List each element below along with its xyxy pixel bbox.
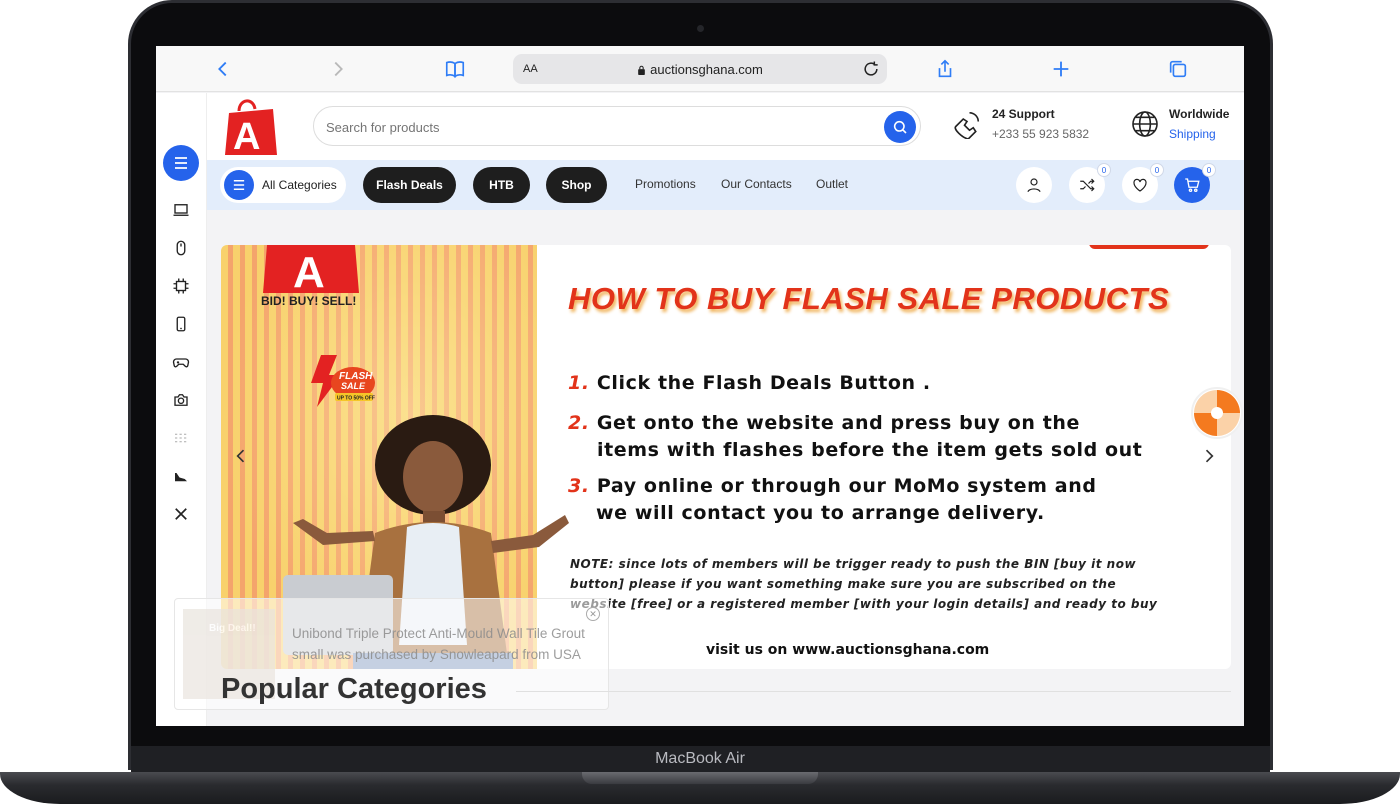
laptop-frame: A A auctionsghana.com A Search for produc… [0, 0, 1400, 804]
worldwide-title: Worldwide [1169, 107, 1230, 121]
new-tab-icon[interactable] [1048, 56, 1074, 82]
menu-icon [175, 157, 187, 169]
site-logo[interactable]: A [219, 95, 283, 159]
share-icon[interactable] [932, 56, 958, 82]
support-title: 24 Support [992, 107, 1055, 121]
nav-promotions[interactable]: Promotions [635, 177, 696, 191]
step-text: Pay online or through our MoMo system an… [596, 475, 1097, 497]
url-value: auctionsghana.com [650, 61, 763, 77]
mouse-icon[interactable] [172, 239, 190, 257]
tools-icon[interactable] [172, 505, 190, 523]
banner-step-1: 1. Click the Flash Deals Button . [568, 372, 931, 394]
site-header: A 24 Support +233 55 923 5832 Worldwide … [207, 93, 1244, 161]
chip-icon[interactable] [172, 277, 190, 295]
banner-step-3: 3. Pay online or through our MoMo system… [568, 475, 1097, 497]
flash-deals-button[interactable]: Flash Deals [363, 167, 456, 203]
banner-visit: visit us on www.auctionsghana.com [706, 642, 990, 658]
wishlist-count: 0 [1150, 163, 1164, 177]
back-icon[interactable] [210, 56, 236, 82]
search-input[interactable] [326, 117, 866, 137]
nav-outlet[interactable]: Outlet [816, 177, 848, 191]
menu-icon [224, 170, 254, 200]
shuffle-icon [1080, 178, 1095, 192]
url-text: auctionsghana.com [513, 62, 887, 77]
rail-menu-button[interactable] [163, 145, 199, 181]
bookmarks-icon[interactable] [442, 56, 468, 82]
banner-tagline: BID! BUY! SELL! [261, 294, 357, 308]
step-text: Get onto the website and press buy on th… [596, 412, 1080, 434]
compare-count: 0 [1097, 163, 1111, 177]
section-divider [516, 691, 1231, 692]
htb-button[interactable]: HTB [473, 167, 530, 203]
carousel-next-icon[interactable] [1199, 446, 1219, 466]
laptop-notch [582, 772, 818, 784]
camera-icon[interactable] [172, 391, 190, 409]
camera [697, 25, 704, 32]
banner-note: NOTE: since lots of members will be trig… [570, 554, 1170, 614]
flash-badge-line-2: SALE [341, 381, 366, 391]
phone-icon [954, 111, 980, 139]
forward-icon[interactable] [325, 56, 351, 82]
device-label: MacBook Air [655, 750, 745, 767]
account-button[interactable] [1016, 167, 1052, 203]
step-number: 1. [568, 372, 590, 394]
banner-step-2-line-2: items with flashes before the item gets … [597, 439, 1143, 461]
thumb-label: Big Deal!! [209, 623, 256, 634]
worldwide-sub: Shipping [1169, 127, 1216, 141]
section-title: Popular Categories [221, 673, 487, 705]
svg-text:A: A [233, 116, 260, 158]
carousel-prev-icon[interactable] [231, 446, 251, 466]
note-text: since lots of members will be trigger re… [570, 557, 1158, 611]
smartphone-icon[interactable] [172, 315, 190, 333]
cart-icon [1185, 178, 1200, 193]
banner-step-2: 2. Get onto the website and press buy on… [568, 412, 1080, 434]
step-number: 2. [568, 412, 590, 434]
toast-text: Unibond Triple Protect Anti-Mould Wall T… [292, 626, 585, 662]
banner-step-3-line-2: we will contact you to arrange delivery. [596, 502, 1045, 524]
keypad-icon[interactable] [172, 429, 190, 447]
reload-icon[interactable] [861, 59, 881, 79]
step-number: 3. [568, 475, 590, 497]
svg-text:A: A [293, 248, 325, 293]
cart-button[interactable]: 0 [1174, 163, 1216, 203]
user-icon [1027, 178, 1041, 193]
shoe-icon[interactable] [172, 467, 190, 485]
search-button[interactable] [884, 111, 916, 143]
shop-button[interactable]: Shop [546, 167, 607, 203]
flash-badge-line-3: UP TO 50% OFF [337, 396, 375, 402]
globe-icon [1132, 111, 1158, 137]
address-bar[interactable]: AA auctionsghana.com [513, 54, 887, 84]
main-nav: All Categories Flash Deals HTB Shop Prom… [207, 160, 1244, 210]
tabs-overview-icon[interactable] [1165, 56, 1191, 82]
laptop-icon[interactable] [172, 201, 190, 219]
compare-button[interactable]: 0 [1069, 163, 1111, 203]
gamepad-icon[interactable] [172, 353, 190, 371]
banner-logo: A [263, 245, 359, 293]
search-box [313, 106, 921, 146]
support-phone: +233 55 923 5832 [992, 127, 1090, 141]
lock-icon [638, 65, 645, 75]
browser-toolbar: AA auctionsghana.com [156, 46, 1244, 92]
search-icon [893, 120, 907, 134]
cart-count: 0 [1202, 163, 1216, 177]
note-label: NOTE: [570, 557, 614, 571]
screen: A A auctionsghana.com A Search for produc… [156, 46, 1244, 726]
banner-top-accent [1089, 245, 1209, 249]
all-categories-label: All Categories [262, 178, 337, 192]
nav-our-contacts[interactable]: Our Contacts [721, 177, 792, 191]
wishlist-button[interactable]: 0 [1122, 163, 1164, 203]
banner-title: HOW TO BUY FLASH SALE PRODUCTS [568, 281, 1170, 316]
all-categories-button[interactable]: All Categories [220, 167, 346, 203]
step-text: Click the Flash Deals Button . [596, 372, 931, 394]
flash-sale-badge: FLASH SALE UP TO 50% OFF [311, 355, 375, 407]
close-icon[interactable]: ✕ [586, 607, 600, 621]
spin-wheel-widget-icon[interactable] [1190, 386, 1244, 440]
heart-icon [1133, 178, 1147, 192]
